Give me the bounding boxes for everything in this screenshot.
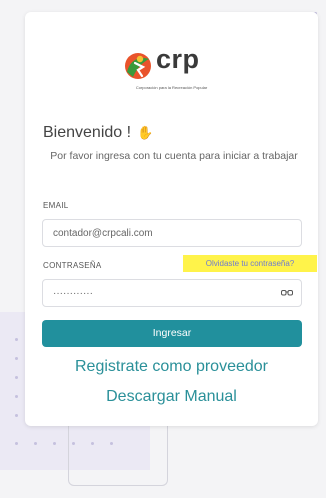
welcome-text: Bienvenido ! <box>43 124 132 141</box>
password-label: CONTRASEÑA <box>43 261 102 270</box>
crp-logo-icon <box>125 53 151 79</box>
waving-hand-icon: ✋ <box>137 125 154 140</box>
register-supplier-link[interactable]: Registrate como proveedor <box>25 358 318 376</box>
welcome-heading: Bienvenido ! ✋ <box>43 124 153 142</box>
login-subtitle: Por favor ingresa con tu cuenta para ini… <box>50 150 298 162</box>
brand-logo: crp Corporación para la Recreación Popul… <box>25 40 318 90</box>
brand-tagline: Corporación para la Recreación Popular <box>135 85 208 90</box>
email-label: EMAIL <box>43 201 69 210</box>
forgot-password-link[interactable]: Olvidaste tu contraseña? <box>183 255 317 272</box>
show-password-icon[interactable] <box>281 289 293 297</box>
email-field[interactable]: contador@crpcali.com <box>42 219 302 247</box>
password-mask: ············ <box>53 288 93 299</box>
download-manual-link[interactable]: Descargar Manual <box>25 388 318 406</box>
password-field[interactable]: ············ <box>42 279 302 307</box>
login-button[interactable]: Ingresar <box>42 320 302 347</box>
login-card: crp Corporación para la Recreación Popul… <box>25 12 318 426</box>
brand-name: crp <box>156 44 200 74</box>
